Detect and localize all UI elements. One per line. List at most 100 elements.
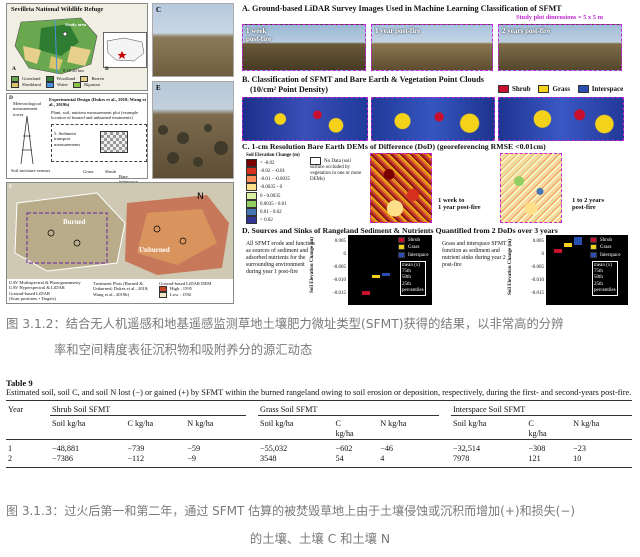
legend-woodland: Woodland — [45, 76, 75, 82]
d-legend-2-grass: Grass — [590, 244, 621, 251]
photo-e-label: E — [156, 84, 161, 92]
col-year: Year — [8, 405, 24, 414]
sub-shrub-c: C kg/ha — [127, 419, 154, 428]
photo-e: E — [152, 81, 234, 179]
figure-caption: 图 3.1.2：结合无人机遥感和地基遥感监测草地土壤肥力微址类型(SFMT)获得… — [6, 314, 634, 358]
table-description: Estimated soil, soil C, and soil N lost … — [6, 388, 632, 397]
d-legend-1-grass: Grass — [398, 244, 429, 251]
dod-legend-3: -0.0035 - 0 — [246, 183, 316, 192]
legend-riparian: Riparian — [73, 82, 100, 88]
legend-water: Water — [46, 82, 68, 88]
burned-label: Burned — [63, 218, 86, 226]
d-yticks-2: 0.005 0 -0.005 -0.010 -0.015 — [531, 239, 544, 296]
pointcloud-1 — [242, 97, 368, 141]
boxplot-1: Shrub Grass Interspace mean (x) 75th 50th 2… — [348, 235, 432, 305]
dem-legend-right: Ground-based LiDAR DEM High : 1595 Low :… — [159, 281, 212, 299]
sub-grass-n: N kg/ha — [380, 419, 407, 428]
sub-interspace-soil: Soil kg/ha — [452, 419, 487, 428]
photo-c: C — [152, 3, 234, 77]
dod-legend: Soil Elevation Change (m) < -0.02 -0.02 … — [246, 153, 316, 224]
photo-1-week-label: 1 week post-fire — [246, 27, 272, 43]
dem-legend-left: UAV Multispectral & Photogrammetry UAV H… — [9, 280, 81, 302]
cat-grass: Grass — [83, 169, 94, 174]
dod-map-2 — [500, 153, 562, 223]
d-legend-2: Shrub Grass Interspace — [590, 237, 621, 259]
study-area-label: Study area — [65, 22, 87, 27]
section-a-title: A. Ground-based LiDAR Survey Images Used… — [242, 4, 562, 13]
legend-shrub: Shrub — [498, 85, 531, 93]
map-legend: Grassland Woodland Barren Shrubland Wate… — [11, 76, 145, 88]
dod-map-1 — [370, 153, 432, 223]
d-stats-1: mean (x) 75th 50th 25th percentiles — [400, 261, 426, 297]
section-c-title: C. 1-cm Resolution Bare Earth DEMs of Di… — [242, 142, 546, 151]
study-plot-note: Study plot dimensions = 5 x 5 m — [516, 14, 603, 21]
photo-2-years-label: 2 years post-fire — [502, 27, 551, 35]
legend-grassland: Grassland — [11, 76, 40, 82]
dod-1-label: 1 week to 1 year post-fire — [438, 197, 481, 211]
d-legend-2-shrub: Shrub — [590, 237, 621, 244]
section-b-title: B. Classification of SFMT and Bare Earth… — [242, 75, 484, 84]
box-grass-1 — [372, 275, 380, 278]
dem-aerial: N — [14, 192, 229, 275]
svg-text:N: N — [197, 192, 204, 202]
map-label-a: A — [12, 66, 16, 72]
plot-note: Plant, soil, nutrient measurement plot (… — [51, 110, 139, 121]
classification-legend: Shrub Grass Interspace — [498, 85, 623, 93]
d-legend-1-interspace: Interspace — [398, 251, 429, 259]
table-group-header: Year Shrub Soil SFMT Grass Soil SFMT Int… — [6, 400, 632, 416]
data-table: Year Shrub Soil SFMT Grass Soil SFMT Int… — [6, 400, 632, 468]
d-ylabel-1: Soil Elevation Change (m) — [310, 237, 315, 293]
table-caption-line-1: 图 3.1.3：过火后第一和第二年，通过 SFMT 估算的被焚毁草地上由于土壤侵… — [6, 504, 576, 518]
group-shrub: Shrub Soil SFMT — [50, 400, 247, 416]
design-panel: D Meteorological measurement tower Exper… — [6, 93, 148, 184]
photo-1-year: 1 year post-fire — [371, 24, 493, 71]
table-caption-line-2: 的土壤、土壤 C 和土壤 N — [249, 532, 391, 546]
pointcloud-3 — [498, 97, 624, 141]
box-shrub-2 — [554, 249, 562, 253]
checker-grid — [100, 131, 128, 153]
boxplot-2: Shrub Grass Interspace mean (x) 75th 50th 2… — [546, 235, 628, 305]
sub-interspace-c: Ckg/ha — [528, 419, 547, 438]
refuge-map — [14, 17, 98, 75]
plot-grid: 5. Sediment transport measurements — [51, 124, 147, 162]
figure: Sevilleta National Wildlife Refuge Study… — [6, 3, 634, 308]
figure-caption-line-2: 率和空间精度表征沉积物和吸附养分的源汇动态 — [54, 343, 313, 357]
dod-legend-0: < -0.02 — [246, 159, 316, 167]
dem-panel: F N Burned Unburned UAV Multispectral & … — [6, 182, 234, 304]
section-b-subtitle: (10/cm² Point Density) — [250, 85, 328, 94]
dod-legend-5: 0.0035 - 0.01 — [246, 199, 316, 208]
d-yticks-1: 0.005 0 -0.005 -0.010 -0.015 — [333, 239, 346, 296]
map-title: Sevilleta National Wildlife Refuge — [11, 6, 104, 13]
shrub-pattern — [158, 124, 228, 167]
sub-shrub-soil: Soil kg/ha — [52, 419, 86, 428]
dod-2-label: 1 to 2 years post-fire — [572, 197, 605, 211]
dod-legend-1: -0.02 - -0.01 — [246, 167, 316, 176]
no-data-note: No Data (soil surface occluded by vegeta… — [310, 157, 364, 183]
legend-shrubland: Shrubland — [11, 82, 41, 88]
photo-1-year-label: 1 year post-fire — [375, 27, 421, 35]
table-row: 1 −48,881 −739 −59 −55,032 −602 −46 −32,… — [6, 439, 632, 455]
unburned-label: Unburned — [139, 246, 170, 254]
map-label-b: B — [105, 66, 109, 72]
d-stats-2: mean (x) 75th 50th 25th percentiles — [592, 261, 618, 297]
table-subheader: Soil kg/ha C kg/ha N kg/ha Soil kg/ha Ck… — [6, 416, 632, 440]
usa-outline-icon — [106, 37, 145, 62]
dod-legend-6: 0.01 - 0.02 — [246, 207, 316, 216]
d-legend-1: Shrub Grass Interspace — [398, 237, 429, 259]
box-interspace-2 — [574, 237, 582, 245]
figure-caption-line-1: 图 3.1.2：结合无人机遥感和地基遥感监测草地土壤肥力微址类型(SFMT)获得… — [6, 317, 564, 331]
photo-2-years: 2 years post-fire — [498, 24, 622, 71]
tower-icon — [20, 116, 34, 165]
box-grass-2 — [564, 243, 572, 247]
soil-sensors-label: Soil moisture sensors — [11, 168, 51, 173]
sub-interspace-n: N kg/ha — [573, 419, 600, 428]
d-legend-2-interspace: Interspace — [590, 251, 621, 259]
section-d-text-2: Grass and interspace SFMT function as se… — [442, 241, 507, 268]
group-interspace: Interspace Soil SFMT — [450, 400, 632, 416]
d-ylabel-2: Soil Elevation Change (m) — [508, 239, 513, 295]
box-interspace-1 — [382, 273, 390, 276]
dod-legend-4: 0 - 0.0035 — [246, 191, 316, 200]
table-row: 2 −7386 −112 −9 3548 54 4 7978 121 10 — [6, 454, 632, 468]
pointcloud-2 — [371, 97, 495, 141]
group-grass: Grass Soil SFMT — [258, 400, 439, 416]
